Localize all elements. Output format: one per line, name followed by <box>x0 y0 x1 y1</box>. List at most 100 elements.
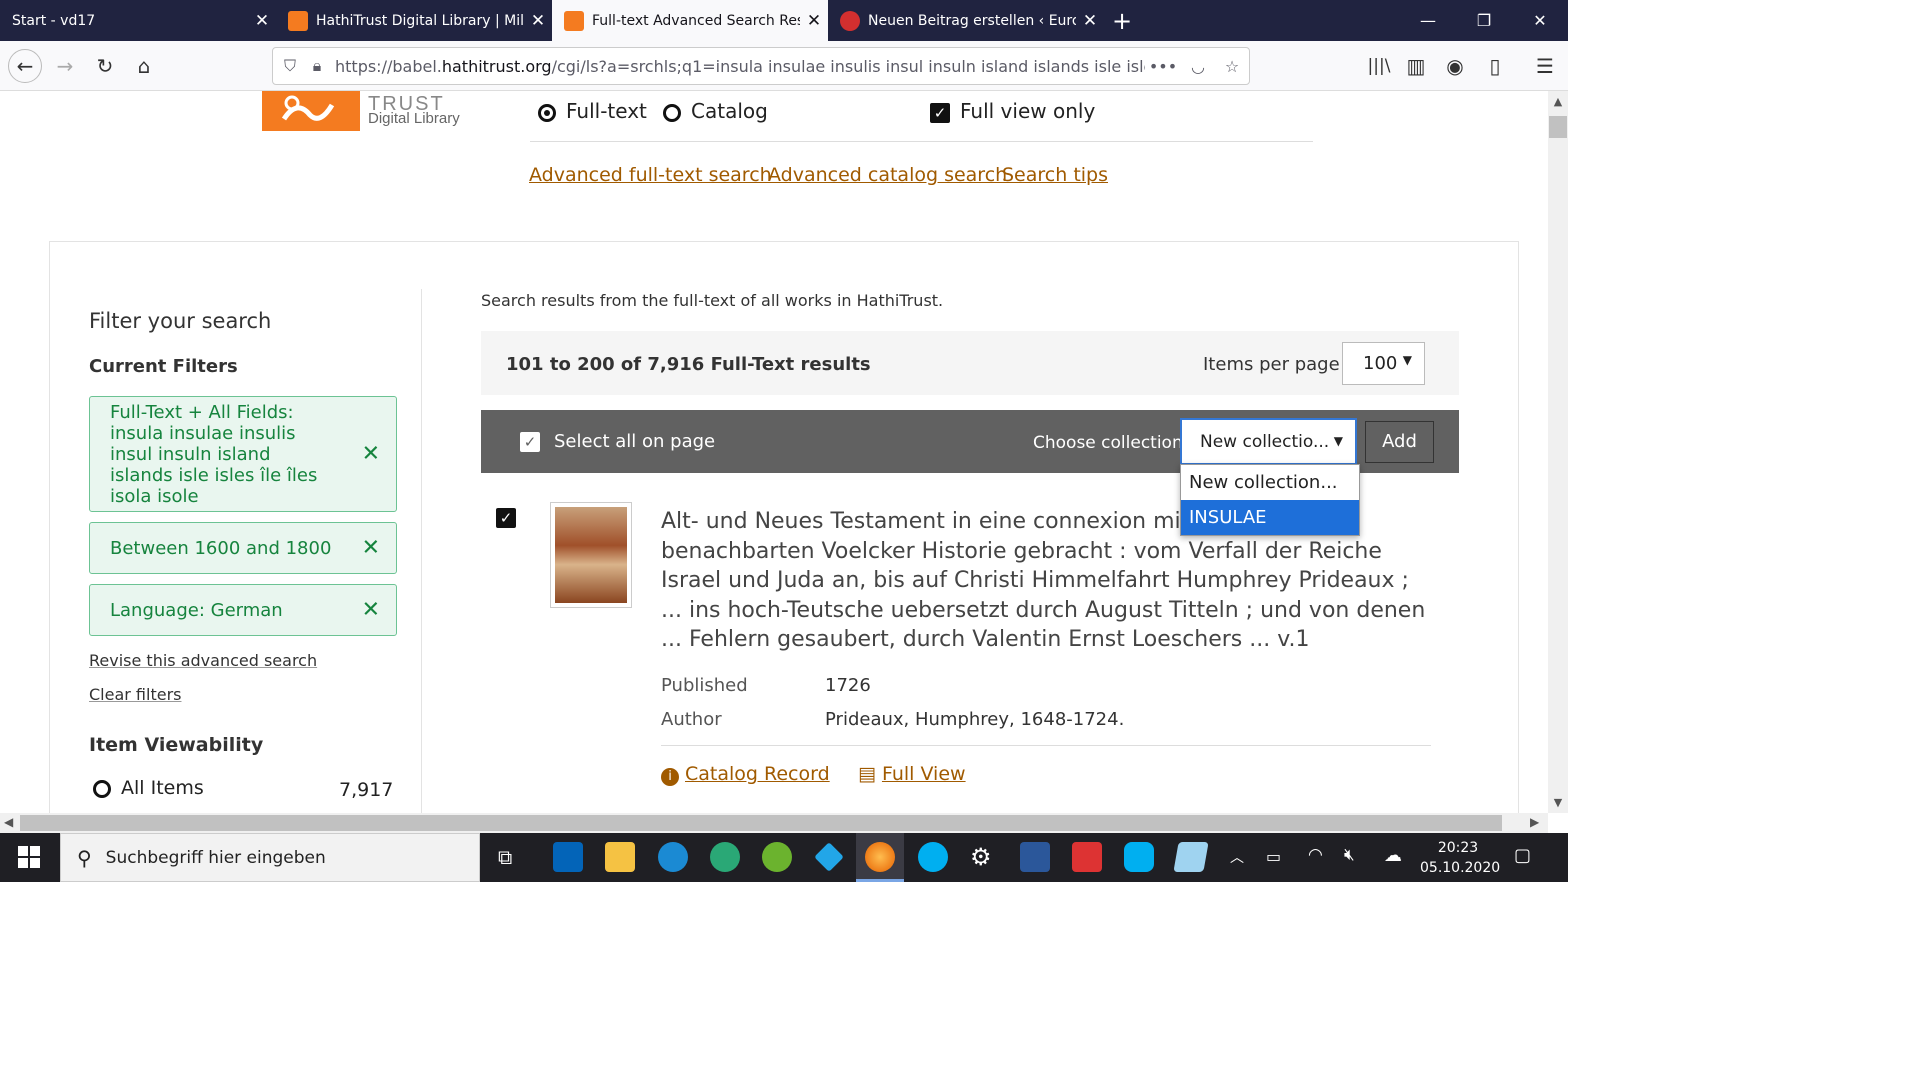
clear-filters-link[interactable]: Clear filters <box>89 685 181 704</box>
menu-icon[interactable]: ☰ <box>1528 49 1562 83</box>
close-icon[interactable]: ✕ <box>248 11 276 31</box>
item-viewability-heading: Item Viewability <box>89 734 264 756</box>
document-icon: ▤ <box>858 763 876 785</box>
items-per-page-select[interactable]: 100 ▼ <box>1342 342 1425 385</box>
vertical-scrollbar[interactable]: ▲ ▼ <box>1548 91 1568 813</box>
url-text[interactable]: https://babel.hathitrust.org/cgi/ls?a=sr… <box>327 57 1145 76</box>
outlook-icon[interactable] <box>553 842 583 872</box>
tab-fulltext-search[interactable]: Full-text Advanced Search Resu ✕ <box>552 0 828 41</box>
minimize-icon[interactable]: — <box>1400 0 1456 41</box>
radio-catalog[interactable]: Catalog <box>663 99 768 123</box>
window-close-icon[interactable]: ✕ <box>1512 0 1568 41</box>
restore-icon[interactable]: ❐ <box>1456 0 1512 41</box>
account-icon[interactable]: ◉ <box>1438 49 1472 83</box>
qgis-icon[interactable] <box>762 842 792 872</box>
forward-icon[interactable]: → <box>48 49 82 83</box>
reader-icon[interactable]: ▯ <box>1478 49 1512 83</box>
task-view-icon[interactable]: ⧉ <box>498 845 512 869</box>
tab-wordpress[interactable]: Neuen Beitrag erstellen ‹ Europ ✕ <box>828 0 1104 41</box>
gem-app-icon[interactable] <box>814 842 844 872</box>
advanced-fulltext-search-link[interactable]: Advanced full-text search <box>529 164 772 186</box>
taskbar-search[interactable]: ⚲ Suchbegriff hier eingeben <box>60 833 480 882</box>
new-tab-icon[interactable]: + <box>1104 0 1140 41</box>
lock-icon[interactable]: 🔒︎ <box>307 56 327 76</box>
firefox-taskbar-button[interactable] <box>856 833 904 882</box>
globe-app-icon[interactable] <box>710 842 740 872</box>
dropdown-option-insulae[interactable]: INSULAE <box>1181 500 1359 535</box>
tab-start[interactable]: Start - vd17 ✕ <box>0 0 276 41</box>
scroll-up-icon[interactable]: ▲ <box>1548 95 1568 108</box>
hathitrust-logo[interactable] <box>262 91 360 131</box>
windows-taskbar: ⚲ Suchbegriff hier eingeben ⧉ ⚙ ︿ ▭ ◠ 🔇︎… <box>0 833 1568 882</box>
radio-empty-icon[interactable] <box>93 779 111 798</box>
tab-hathitrust[interactable]: HathiTrust Digital Library | Millio ✕ <box>276 0 552 41</box>
sidebar-icon[interactable]: ▥ <box>1399 49 1433 83</box>
clock[interactable]: 20:23 05.10.2020 <box>1420 838 1500 878</box>
scroll-thumb[interactable] <box>1549 116 1567 138</box>
wifi-icon[interactable]: ◠ <box>1308 845 1323 865</box>
scroll-left-icon[interactable]: ◀ <box>4 815 13 829</box>
advanced-catalog-search-link[interactable]: Advanced catalog search <box>768 164 1007 186</box>
reload-icon[interactable]: ↻ <box>88 49 122 83</box>
collection-select[interactable]: New collectio... ▼ <box>1180 418 1357 465</box>
tab-title: Start - vd17 <box>12 12 96 29</box>
full-view-only-checkbox[interactable]: ✓ Full view only <box>930 99 1095 123</box>
revise-search-link[interactable]: Revise this advanced search <box>89 651 317 670</box>
pocket-icon[interactable]: ◡ <box>1181 57 1215 76</box>
book-thumbnail[interactable] <box>550 502 632 608</box>
battery-icon[interactable]: ▭ <box>1266 847 1281 866</box>
result-select-checkbox[interactable]: ✓ <box>496 507 516 528</box>
filter-title: Filter your search <box>89 309 272 333</box>
remove-filter-icon[interactable]: ✕ <box>362 536 380 561</box>
close-icon[interactable]: ✕ <box>524 11 552 31</box>
close-icon[interactable]: ✕ <box>1076 11 1104 31</box>
scroll-right-icon[interactable]: ▶ <box>1530 815 1539 829</box>
shield-icon[interactable]: ⛉ <box>273 56 307 76</box>
checkbox-checked-icon[interactable]: ✓ <box>520 432 540 452</box>
add-button[interactable]: Add <box>1365 421 1434 463</box>
back-icon[interactable]: ← <box>8 49 42 83</box>
skype-icon[interactable] <box>918 842 948 872</box>
word-icon[interactable] <box>1020 842 1050 872</box>
url-bar[interactable]: ⛉ 🔒︎ https://babel.hathitrust.org/cgi/ls… <box>272 47 1250 85</box>
page-content: TRUST Digital Library Full-text Catalog … <box>0 91 1548 813</box>
skype-business-icon[interactable] <box>1124 842 1154 872</box>
remove-filter-icon[interactable]: ✕ <box>362 598 380 623</box>
hathitrust-favicon-icon <box>564 10 584 31</box>
search-tips-link[interactable]: Search tips <box>1002 164 1108 186</box>
checkbox-checked-icon[interactable]: ✓ <box>496 507 516 528</box>
tab-title: Neuen Beitrag erstellen ‹ Europ <box>868 12 1076 29</box>
catalog-record-link[interactable]: i Catalog Record <box>661 763 830 786</box>
horizontal-scrollbar[interactable]: ◀ ▶ <box>0 813 1548 833</box>
scroll-thumb[interactable] <box>20 815 1502 831</box>
dropdown-option-new[interactable]: New collection... <box>1181 465 1359 500</box>
file-explorer-icon[interactable] <box>605 842 635 872</box>
all-items-radio[interactable]: All Items <box>93 777 204 799</box>
settings-gear-icon[interactable]: ⚙ <box>970 843 992 871</box>
tab-strip: Start - vd17 ✕ HathiTrust Digital Librar… <box>0 0 1568 41</box>
close-icon[interactable]: ✕ <box>800 11 828 31</box>
cloud-upload-icon[interactable]: ☁ <box>1384 845 1402 866</box>
timer-app-icon[interactable] <box>658 842 688 872</box>
tray-chevron-icon[interactable]: ︿ <box>1230 847 1244 867</box>
notifications-icon[interactable]: ▢ <box>1514 845 1531 866</box>
radio-empty-icon[interactable] <box>663 103 681 122</box>
radio-selected-icon[interactable] <box>538 103 556 122</box>
zotero-icon[interactable] <box>1072 842 1102 872</box>
radio-fulltext[interactable]: Full-text <box>538 99 647 123</box>
home-icon[interactable]: ⌂ <box>127 49 161 83</box>
library-icon[interactable]: |||\ <box>1362 49 1396 83</box>
scroll-down-icon[interactable]: ▼ <box>1548 796 1568 809</box>
page-actions-icon[interactable]: ••• <box>1145 57 1181 76</box>
remove-filter-icon[interactable]: ✕ <box>362 443 380 465</box>
checkbox-checked-icon[interactable]: ✓ <box>930 102 950 123</box>
choose-collection-label: Choose collection <box>1033 433 1183 453</box>
result-divider <box>661 745 1431 746</box>
notes-app-icon[interactable] <box>1173 842 1209 872</box>
speaker-muted-icon[interactable]: 🔇︎ <box>1344 845 1355 865</box>
bookmark-star-icon[interactable]: ☆ <box>1215 57 1249 76</box>
full-view-link[interactable]: ▤ Full View <box>858 763 966 785</box>
select-all-checkbox[interactable]: ✓ Select all on page <box>520 431 715 452</box>
results-count: 101 to 200 of 7,916 Full-Text results <box>506 354 871 375</box>
windows-start-icon[interactable] <box>18 846 40 868</box>
